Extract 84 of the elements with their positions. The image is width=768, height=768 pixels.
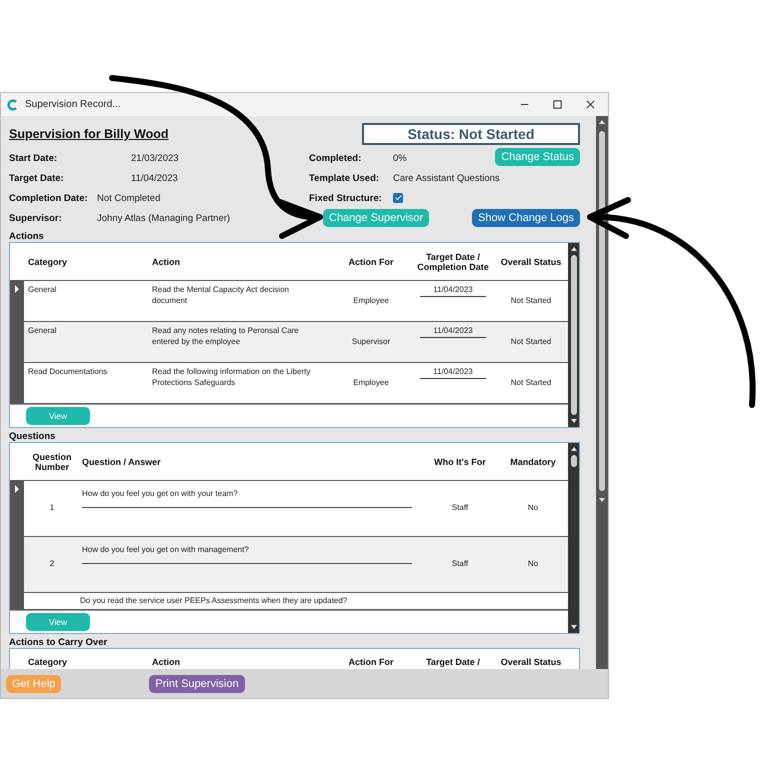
question-text: How do you feel you get on with management? <box>82 544 250 554</box>
table-cell-text: General <box>27 325 58 337</box>
scroll-down-icon[interactable] <box>570 417 578 425</box>
table-cell-text: Not Started <box>510 294 552 307</box>
table-cell-text: Read Documentations <box>27 366 108 378</box>
section-title: Questions <box>9 431 56 442</box>
column-header: Category <box>27 657 68 667</box>
table-cell-text: No <box>526 558 540 570</box>
table-cell-text: Supervisor <box>350 336 392 348</box>
table-row[interactable]: 2 How do you feel you get on with management? Staff No <box>10 537 568 593</box>
column-header: Question Number <box>31 452 72 472</box>
field-label: Supervisor: <box>9 212 63 224</box>
table-cell-text: Read any notes relating to Peronsal Care entered by the employee <box>151 325 300 348</box>
show-change-logs-button[interactable]: Show Change Logs <box>472 209 580 227</box>
scrollbar[interactable] <box>568 443 579 633</box>
field-value: Johny Atlas (Managing Partner) <box>97 212 230 224</box>
maximize-icon[interactable] <box>552 99 563 110</box>
field-label: Completed: <box>309 152 362 164</box>
table-cell-text: Read the Mental Capacity Act decision document <box>151 284 290 307</box>
section-title: Actions to Carry Over <box>9 637 108 648</box>
question-text: How do you feel you get on with your team? <box>82 488 239 498</box>
table-cell-text: Not Started <box>510 336 552 348</box>
field-value: 0% <box>393 152 407 164</box>
column-header: Target Date / Completion Date <box>416 252 490 272</box>
window-scrollbar[interactable] <box>596 116 608 669</box>
field-label: Fixed Structure: <box>309 192 383 204</box>
scroll-thumb[interactable] <box>599 131 605 491</box>
date-field[interactable]: 11/04/2023 <box>420 367 486 379</box>
scroll-thumb[interactable] <box>570 255 576 415</box>
table-cell-text: Staff <box>450 502 470 514</box>
row-selector[interactable] <box>10 281 24 321</box>
checkbox[interactable] <box>393 193 403 203</box>
answer-line[interactable] <box>82 506 412 508</box>
row-pointer-icon <box>14 485 20 493</box>
table-cell-text: General <box>27 284 58 296</box>
scrollbar[interactable] <box>568 243 579 427</box>
scroll-up-icon[interactable] <box>570 245 578 253</box>
field-value: Care Assistant Questions <box>393 172 500 184</box>
column-header: Who It's For <box>433 456 487 466</box>
date-field[interactable]: 11/04/2023 <box>420 285 486 297</box>
column-header: Overall Status <box>500 657 562 667</box>
column-header: Action <box>151 256 181 266</box>
scroll-down-icon[interactable] <box>570 623 578 631</box>
table-cell-text: 2 <box>48 558 56 570</box>
table-row[interactable]: Read Documentations Read the following information on the Liberty Protections Safeguards Employee 11/04/2023 Not Started <box>10 363 568 404</box>
column-header: Question / Answer <box>81 456 162 466</box>
scroll-down-icon[interactable] <box>598 496 606 504</box>
column-header: Action For <box>348 256 394 266</box>
row-pointer-icon <box>14 285 20 293</box>
page-heading: Supervision for Billy Wood <box>9 127 169 141</box>
column-header: Action <box>151 657 181 667</box>
field-value: Not Completed <box>97 192 160 204</box>
table-cell-text: Staff <box>450 558 470 570</box>
table-cell-text: Employee <box>352 376 390 389</box>
table-cell-text: Not Started <box>510 376 552 389</box>
field-label: Completion Date: <box>9 192 89 204</box>
column-header: Target Date / <box>425 657 481 667</box>
table-cell-text: 1 <box>48 502 56 514</box>
field-label: Start Date: <box>9 152 58 164</box>
column-header: Category <box>27 256 68 266</box>
row-selector[interactable] <box>10 481 24 536</box>
print-supervision-button[interactable]: Print Supervision <box>149 674 245 692</box>
scroll-thumb[interactable] <box>570 455 576 467</box>
answer-line[interactable] <box>82 562 412 564</box>
close-icon[interactable] <box>585 99 596 110</box>
table-cell-text: No <box>526 502 540 514</box>
window-title: Supervision Record... <box>25 99 121 110</box>
table-cell-text: Read the following information on the Liberty Protections Safeguards <box>151 366 312 389</box>
section-title: Actions <box>9 231 45 242</box>
field-value: 21/03/2023 <box>131 152 179 164</box>
column-header: Mandatory <box>509 456 557 466</box>
table-cell-text: Employee <box>352 294 390 307</box>
field-label: Template Used: <box>309 172 380 184</box>
column-header: Action For <box>348 657 394 667</box>
date-field[interactable]: 11/04/2023 <box>420 326 486 338</box>
scroll-up-icon[interactable] <box>570 445 578 453</box>
field-label: Target Date: <box>9 172 65 184</box>
app-logo-icon <box>7 98 19 110</box>
column-header: Overall Status <box>500 256 562 266</box>
status-banner: Status: Not Started <box>362 123 580 145</box>
table-row[interactable]: General Read any notes relating to Peronsal Care entered by the employee Supervisor 11/04/2023 Not Started <box>10 322 568 363</box>
question-text: Do you read the service user PEEPs Assessments when they are updated? <box>80 595 348 607</box>
field-value: 11/04/2023 <box>131 172 178 184</box>
scroll-up-icon[interactable] <box>598 118 606 126</box>
